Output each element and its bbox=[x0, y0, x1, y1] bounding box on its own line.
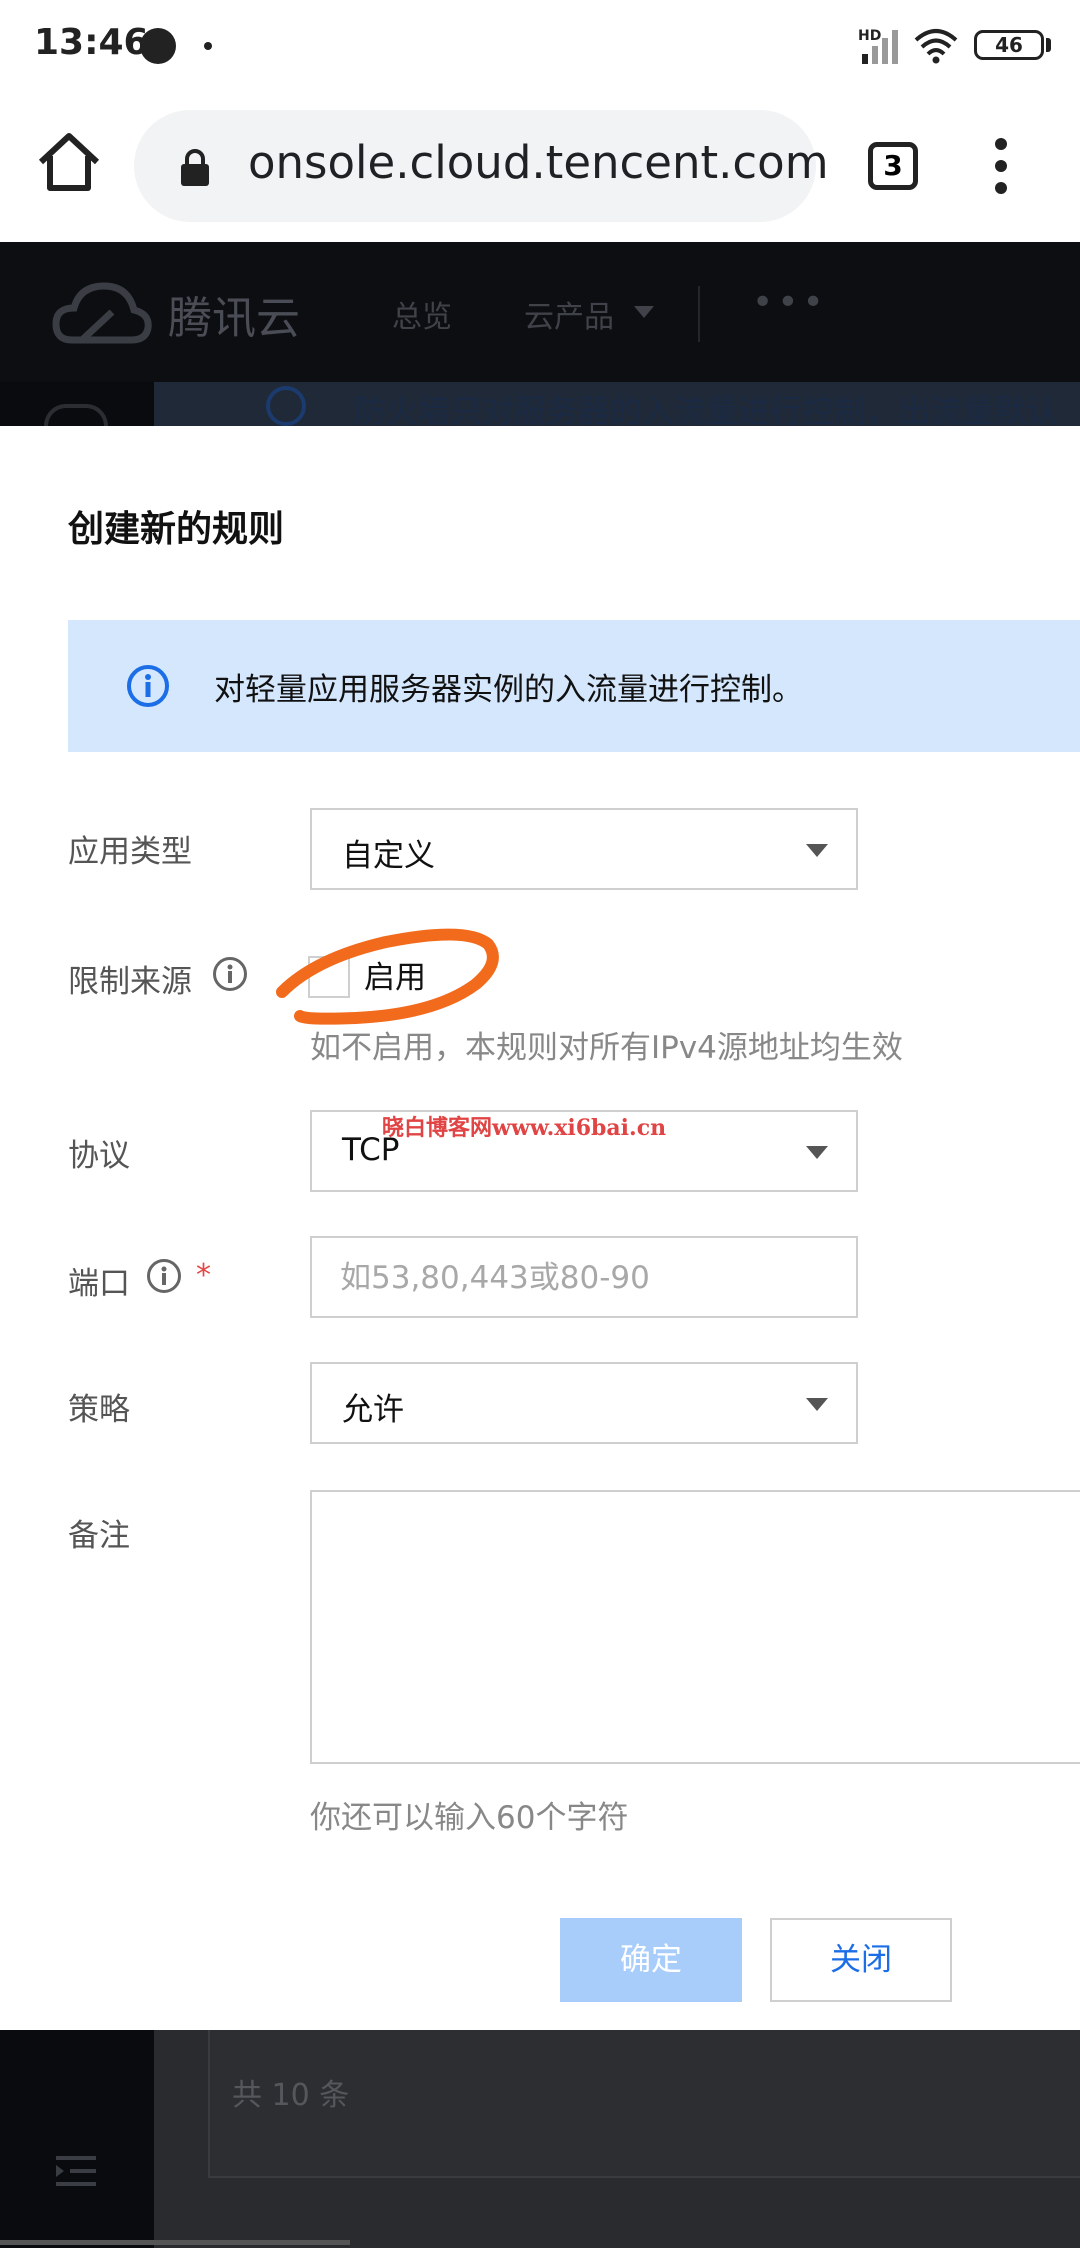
modal-title: 创建新的规则 bbox=[68, 509, 285, 550]
policy-select[interactable]: 允许 bbox=[310, 1362, 858, 1444]
wifi-icon bbox=[914, 29, 958, 64]
watermark-text: 晓白博客网www.xi6bai.cn bbox=[382, 1115, 667, 1141]
console-more-icon[interactable]: ••• bbox=[752, 282, 828, 323]
battery-tip bbox=[1046, 38, 1051, 52]
chevron-down-icon bbox=[806, 1398, 828, 1411]
info-banner-text: 对轻量应用服务器实例的入流量进行控制。 bbox=[214, 672, 803, 708]
notes-textarea[interactable] bbox=[312, 1492, 1080, 1762]
signal-icon bbox=[862, 30, 898, 64]
info-icon[interactable] bbox=[146, 1258, 182, 1294]
sidebar-collapse-icon[interactable] bbox=[56, 2156, 96, 2186]
notes-char-counter: 你还可以输入60个字符 bbox=[310, 1800, 629, 1836]
url-text[interactable]: onsole.cloud.tencent.com bbox=[248, 136, 829, 189]
gesture-bar bbox=[0, 2240, 350, 2245]
chevron-down-icon bbox=[806, 1146, 828, 1159]
policy-label: 策略 bbox=[68, 1392, 130, 1428]
app-type-value: 自定义 bbox=[342, 838, 435, 874]
app-type-select[interactable]: 自定义 bbox=[310, 808, 858, 890]
port-field[interactable] bbox=[310, 1236, 858, 1318]
info-icon[interactable] bbox=[212, 956, 248, 992]
chevron-down-icon bbox=[634, 306, 654, 318]
required-mark: * bbox=[196, 1258, 211, 1293]
tab-switcher-button[interactable]: 3 bbox=[868, 142, 918, 190]
browser-toolbar: onsole.cloud.tencent.com 3 bbox=[0, 92, 1080, 242]
close-button[interactable]: 关闭 bbox=[770, 1918, 952, 2002]
policy-value: 允许 bbox=[342, 1392, 404, 1428]
status-time: 13:46 bbox=[34, 22, 149, 63]
console-nav-overview[interactable]: 总览 bbox=[392, 292, 452, 336]
annotation-scribble bbox=[276, 928, 499, 1025]
app-type-label: 应用类型 bbox=[68, 834, 192, 870]
battery-icon: 46 bbox=[974, 30, 1044, 60]
info-icon bbox=[127, 665, 169, 707]
notification-dot-icon bbox=[204, 42, 212, 50]
notes-field[interactable] bbox=[310, 1490, 1080, 1764]
notes-label: 备注 bbox=[68, 1518, 130, 1554]
console-nav-products[interactable]: 云产品 bbox=[524, 292, 614, 336]
nav-divider bbox=[698, 286, 700, 342]
source-label: 限制来源 bbox=[68, 964, 192, 1000]
confirm-button[interactable]: 确定 bbox=[560, 1918, 742, 2002]
more-menu-icon[interactable] bbox=[994, 138, 1008, 194]
globe-icon bbox=[140, 28, 176, 64]
port-input[interactable] bbox=[340, 1256, 830, 1300]
protocol-label: 协议 bbox=[68, 1138, 130, 1174]
console-brand: 腾讯云 bbox=[168, 293, 300, 344]
lock-icon[interactable] bbox=[178, 147, 212, 187]
sidebar-avatar-icon bbox=[44, 404, 108, 426]
status-bar: 13:46 HD 46 bbox=[0, 0, 1080, 92]
port-label: 端口 bbox=[68, 1266, 130, 1302]
cloud-logo-icon bbox=[52, 282, 152, 344]
chevron-down-icon bbox=[806, 844, 828, 857]
info-icon bbox=[266, 386, 306, 426]
console-total-count: 共 10 条 bbox=[232, 2078, 350, 2113]
home-icon[interactable] bbox=[36, 132, 102, 192]
